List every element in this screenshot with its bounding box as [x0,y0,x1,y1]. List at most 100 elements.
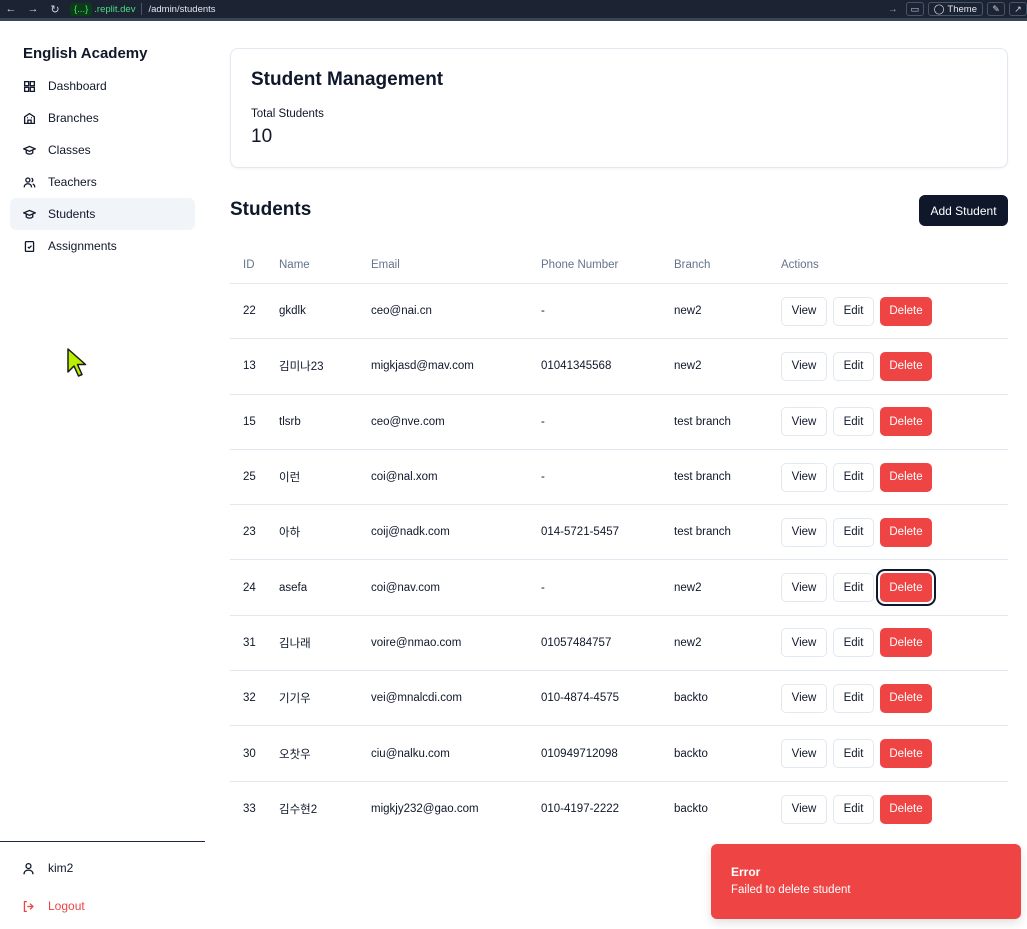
error-toast[interactable]: Error Failed to delete student [711,844,1021,919]
students-table: ID Name Email Phone Number Branch Action… [230,247,1008,837]
sidebar-item-students[interactable]: Students [10,198,195,230]
sidebar-item-assignments[interactable]: Assignments [10,230,195,262]
view-button[interactable]: View [781,462,827,492]
delete-button[interactable]: Delete [880,794,932,824]
table-row: 31 김나래 voire@nmao.com 01057484757 new2 View Ed… [230,616,1008,672]
external-link-icon[interactable]: ↗ [1009,2,1027,16]
cell-email: coi@nav.com [371,581,440,594]
cell-name: gkdlk [279,305,306,318]
cell-branch: new2 [674,636,702,649]
user-name: kim2 [48,861,74,875]
delete-button[interactable]: Delete [880,683,932,713]
view-button[interactable]: View [781,407,827,437]
back-arrow-icon[interactable]: ← [0,3,22,15]
row-actions: View Edit Delete [781,573,1008,603]
cell-phone: - [541,305,545,318]
cell-id: 24 [243,581,256,594]
clipboard-check-icon [22,239,36,253]
edit-button[interactable]: Edit [833,739,874,769]
forward-arrow-icon[interactable]: → [22,3,44,15]
table-body: 22 gkdlk ceo@nai.cn - new2 View Edit Delete 13 김미… [230,284,1008,837]
page-title: Student Management [251,69,444,90]
cell-id: 32 [243,692,256,705]
cell-email: coij@nadk.com [371,526,450,539]
sidebar-item-teachers[interactable]: Teachers [10,166,195,198]
delete-button[interactable]: Delete [880,296,932,326]
row-actions: View Edit Delete [781,351,1008,381]
cell-branch: new2 [674,360,702,373]
cell-id: 22 [243,305,256,318]
sidebar-nav: Dashboard Branches Classes Teachers Stud… [10,70,195,262]
cell-email: migkjy232@gao.com [371,803,479,816]
table-row: 25 이런 coi@nal.xom - test branch View Edit Delet… [230,450,1008,506]
row-actions: View Edit Delete [781,739,1008,769]
edit-button[interactable]: Edit [833,351,874,381]
theme-button[interactable]: ◯ Theme [927,2,983,16]
mouse-cursor-icon [67,348,87,377]
open-arrow-icon[interactable]: → [888,4,898,15]
row-actions: View Edit Delete [781,794,1008,824]
view-button[interactable]: View [781,683,827,713]
row-actions: View Edit Delete [781,683,1008,713]
column-header-id: ID [243,259,255,271]
edit-button[interactable]: Edit [833,407,874,437]
column-header-actions: Actions [781,259,819,271]
cell-name: 오찻우 [279,748,311,761]
delete-button[interactable]: Delete [880,739,932,769]
summary-card: Student Management Total Students 10 [230,48,1008,168]
user-icon [23,862,34,874]
cell-branch: backto [674,692,708,705]
table-row: 24 asefa coi@nav.com - new2 View Edit Delete [230,560,1008,616]
cell-id: 25 [243,471,256,484]
devices-icon[interactable]: ▭ [905,2,924,16]
url-chip[interactable]: {...} [70,2,93,16]
cell-email: ceo@nai.cn [371,305,432,318]
cell-phone: 010-4874-4575 [541,692,620,705]
cell-id: 15 [243,415,256,428]
table-header: ID Name Email Phone Number Branch Action… [230,247,1008,284]
view-button[interactable]: View [781,517,827,547]
cell-phone: - [541,415,545,428]
cell-name: 이런 [279,472,301,485]
tools-icon[interactable]: ✎ [987,2,1005,16]
view-button[interactable]: View [781,794,827,824]
edit-button[interactable]: Edit [833,296,874,326]
edit-button[interactable]: Edit [833,517,874,547]
add-student-button[interactable]: Add Student [919,195,1008,226]
logout-button[interactable]: Logout [22,895,85,917]
sidebar-item-classes[interactable]: Classes [10,134,195,166]
cell-phone: - [541,581,545,594]
edit-button[interactable]: Edit [833,628,874,658]
table-row: 15 tlsrb ceo@nve.com - test branch View Edit De… [230,395,1008,450]
cell-branch: new2 [674,581,702,594]
edit-button[interactable]: Edit [833,794,874,824]
reload-icon[interactable]: ↻ [44,3,66,16]
cell-name: 김미나23 [279,361,324,374]
url-path[interactable]: /admin/students [148,4,215,15]
edit-button[interactable]: Edit [833,573,874,603]
delete-button[interactable]: Delete [880,628,932,658]
sidebar-item-dashboard[interactable]: Dashboard [10,70,195,102]
table-row: 23 아하 coij@nadk.com 014-5721-5457 test branc… [230,505,1008,561]
view-button[interactable]: View [781,296,827,326]
total-students-value: 10 [251,126,273,147]
table-row: 32 기기우 vei@mnalcdi.com 010-4874-4575 backto V… [230,671,1008,727]
view-button[interactable]: View [781,739,827,769]
view-button[interactable]: View [781,628,827,658]
delete-button[interactable]: Delete [880,573,932,603]
url-domain[interactable]: .replit.dev [94,4,135,15]
delete-button[interactable]: Delete [880,462,932,492]
current-user: kim2 [22,857,73,879]
delete-button[interactable]: Delete [880,351,932,381]
column-header-phone: Phone Number [541,259,619,271]
edit-button[interactable]: Edit [833,683,874,713]
delete-button[interactable]: Delete [880,517,932,547]
sidebar-item-branches[interactable]: Branches [10,102,195,134]
cell-name: 기기우 [279,693,311,706]
cell-id: 23 [243,526,256,539]
view-button[interactable]: View [781,351,827,381]
edit-button[interactable]: Edit [833,462,874,492]
delete-button[interactable]: Delete [880,407,932,437]
view-button[interactable]: View [781,573,827,603]
cell-id: 30 [243,747,256,760]
